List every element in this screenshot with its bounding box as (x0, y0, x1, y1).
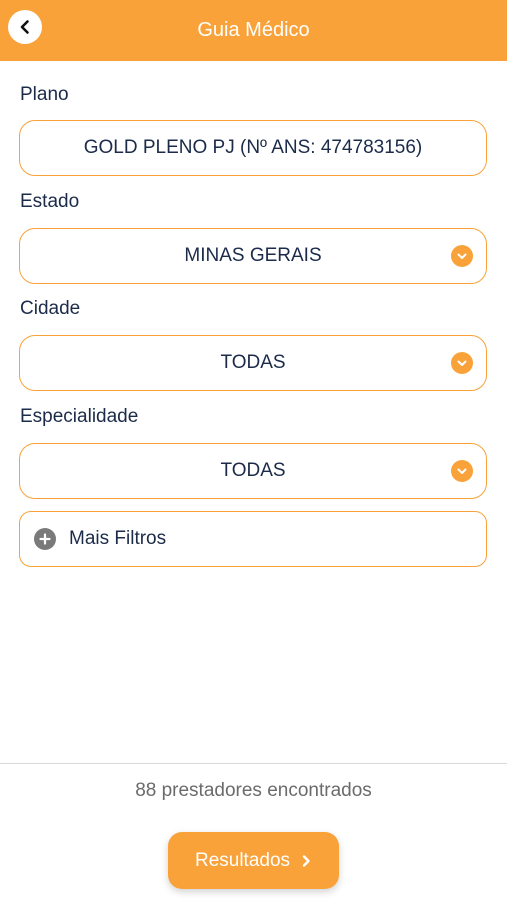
cidade-label: Cidade (20, 298, 81, 319)
especialidade-select[interactable]: TODAS (19, 443, 487, 499)
especialidade-label: Especialidade (20, 406, 139, 427)
estado-value: MINAS GERAIS (184, 245, 322, 266)
results-button[interactable]: Resultados (168, 832, 339, 889)
especialidade-value: TODAS (220, 460, 286, 481)
back-button[interactable] (8, 10, 42, 44)
chevron-down-icon (451, 460, 473, 482)
chevron-down-icon (451, 245, 473, 267)
plano-field[interactable]: GOLD PLENO PJ (Nº ANS: 474783156) (19, 120, 487, 176)
estado-select[interactable]: MINAS GERAIS (19, 228, 487, 284)
chevron-right-icon (300, 854, 312, 868)
more-filters-button[interactable]: Mais Filtros (19, 511, 487, 567)
chevron-left-icon (20, 20, 29, 34)
app-header: Guia Médico (0, 0, 507, 61)
footer-divider (0, 763, 507, 764)
chevron-down-icon (451, 352, 473, 374)
results-button-label: Resultados (194, 849, 291, 871)
estado-label: Estado (20, 191, 80, 212)
plus-circle-icon (34, 528, 56, 550)
more-filters-label: Mais Filtros (69, 528, 167, 549)
results-count: 88 prestadores encontrados (135, 780, 372, 801)
plano-label: Plano (20, 84, 69, 105)
cidade-value: TODAS (220, 352, 286, 373)
cidade-select[interactable]: TODAS (19, 335, 487, 391)
plano-value: GOLD PLENO PJ (Nº ANS: 474783156) (83, 137, 423, 158)
page-title: Guia Médico (197, 19, 310, 41)
